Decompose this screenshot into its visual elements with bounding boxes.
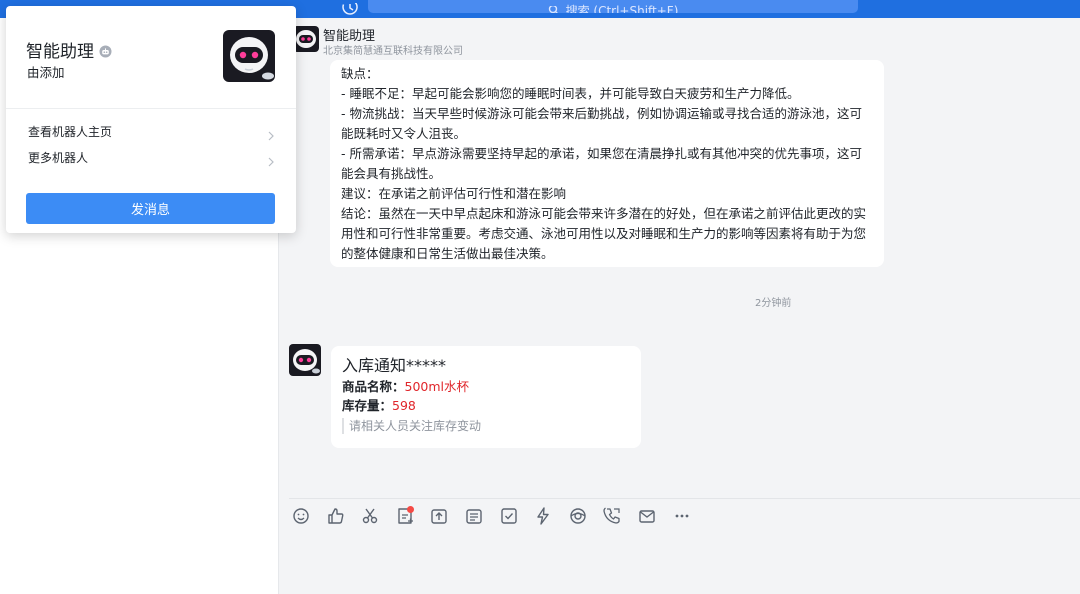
- toolbar-divider: [289, 498, 1080, 499]
- search-input[interactable]: 搜索 (Ctrl+Shift+F): [368, 0, 858, 13]
- chevron-right-icon: [268, 127, 274, 141]
- lightning-icon[interactable]: [533, 506, 553, 526]
- added-by-text: 由添加: [27, 65, 65, 80]
- product-label: 商品名称：: [342, 379, 405, 394]
- mail-icon[interactable]: [637, 506, 657, 526]
- message-line: 结论：虽然在一天中早点起床和游泳可能会带来许多潜在的好处，但在承诺之前评估此更改…: [341, 206, 867, 261]
- message-toolbar: [291, 505, 706, 527]
- doc-plus-icon[interactable]: [395, 506, 415, 526]
- calendar-icon[interactable]: [464, 506, 484, 526]
- stock-label: 库存量：: [342, 398, 393, 413]
- bot-badge-icon: [99, 43, 112, 58]
- message-line: - 睡眠不足：早起可能会影响您的睡眠时间表，并可能导致白天疲劳和生产力降低。: [341, 86, 800, 101]
- card-title: 入库通知*****: [342, 356, 447, 375]
- chevron-right-icon: [268, 153, 274, 167]
- chat-subtitle: 北京集简慧通互联科技有限公司: [323, 46, 463, 57]
- view-bot-homepage-item[interactable]: 查看机器人主页: [28, 122, 274, 142]
- message-line: 缺点：: [341, 66, 379, 81]
- robot-avatar-icon[interactable]: [293, 26, 319, 52]
- more-icon[interactable]: [672, 506, 692, 526]
- product-value: 500ml水杯: [404, 379, 470, 394]
- stock-row: 库存量：598: [342, 396, 630, 415]
- bot-profile-popup: 智能助理 由添加 查看机器人主页 更多机器人 发消息: [6, 6, 296, 233]
- more-bots-item[interactable]: 更多机器人: [28, 148, 274, 168]
- message-bubble: 缺点： - 睡眠不足：早起可能会影响您的睡眠时间表，并可能导致白天疲劳和生产力降…: [330, 60, 884, 267]
- notification-dot: [406, 506, 414, 513]
- inventory-card: 入库通知***** 商品名称：500ml水杯 库存量：598 请相关人员关注库存…: [331, 346, 641, 448]
- message-line: - 物流挑战：当天早些时候游泳可能会带来后勤挑战，例如协调运输或寻找合适的游泳池…: [341, 106, 862, 141]
- search-icon: [548, 4, 560, 13]
- bot-name-text: 智能助理: [26, 42, 94, 62]
- history-icon[interactable]: [342, 0, 358, 15]
- stock-value: 598: [392, 398, 416, 413]
- card-note: 请相关人员关注库存变动: [342, 418, 630, 434]
- menu-item-label: 查看机器人主页: [28, 125, 113, 139]
- popup-divider: [6, 108, 296, 109]
- message-line: - 所需承诺：早点游泳需要坚持早起的承诺，如果您在清晨挣扎或有其他冲突的优先事项…: [341, 146, 862, 181]
- robot-avatar-icon: [223, 30, 275, 82]
- upload-icon[interactable]: [429, 506, 449, 526]
- checkbox-icon[interactable]: [499, 506, 519, 526]
- bot-name: 智能助理: [26, 37, 112, 62]
- send-message-button[interactable]: 发消息: [26, 193, 275, 224]
- emoji-icon[interactable]: [291, 506, 311, 526]
- thumbs-up-icon[interactable]: [326, 506, 346, 526]
- product-row: 商品名称：500ml水杯: [342, 377, 630, 396]
- ai-icon[interactable]: [568, 506, 588, 526]
- phone-icon[interactable]: [602, 506, 622, 526]
- scissors-icon[interactable]: [360, 506, 380, 526]
- robot-avatar-icon[interactable]: [289, 344, 321, 376]
- menu-item-label: 更多机器人: [28, 151, 89, 165]
- message-timestamp: 2分钟前: [755, 298, 792, 309]
- message-line: 建议：在承诺之前评估可行性和潜在影响: [341, 186, 567, 201]
- chat-pane: 智能助理 北京集简慧通互联科技有限公司 缺点： - 睡眠不足：早起可能会影响您的…: [279, 18, 1080, 594]
- search-placeholder: 搜索 (Ctrl+Shift+F): [565, 4, 679, 13]
